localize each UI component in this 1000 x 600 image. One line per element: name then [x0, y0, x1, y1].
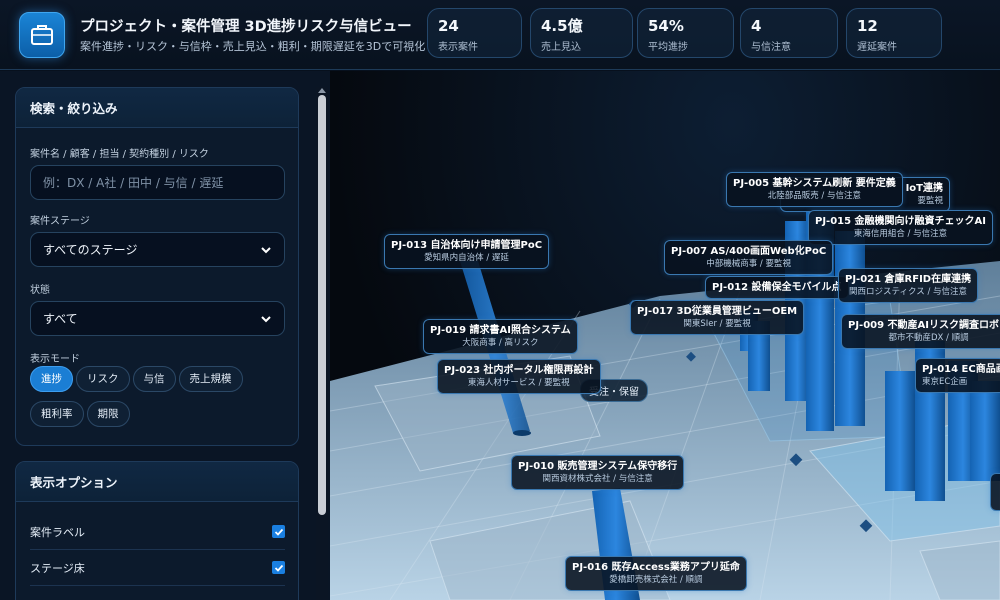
project-label-pj-019[interactable]: PJ-019 請求書AI照合システム 大阪商事 / 高リスク — [423, 319, 578, 354]
stat-card-delayed: 12 遅延案件 — [846, 8, 942, 58]
stat-label: 表示案件 — [438, 42, 478, 53]
filter-panel-title: 検索・絞り込み — [16, 88, 298, 128]
app-root: プロジェクト・案件管理 3D進捗リスク与信ビュー 案件進捗・リスク・与信枠・売上… — [0, 0, 1000, 600]
status-label: 状態 — [30, 285, 50, 296]
stat-value: 4 — [751, 17, 762, 35]
checkbox-checked[interactable] — [272, 561, 285, 574]
mode-chips: 進捗 リスク 与信 売上規模粗利率 期限 — [30, 366, 290, 436]
check-icon — [274, 528, 283, 536]
project-label-pj-009[interactable]: PJ-009 不動産AIリスク調査ロボッ 都市不動産DX / 順調 — [841, 314, 1000, 349]
project-label-title: PJ-012 設備保全モバイル点 — [712, 282, 842, 293]
stage-select-value: すべてのステージ — [43, 243, 138, 257]
project-label-sub: 大阪商事 / 高リスク — [462, 338, 539, 348]
stat-value: 24 — [438, 17, 459, 35]
mode-chip-risk[interactable]: リスク — [76, 366, 130, 392]
status-select[interactable]: すべて — [30, 301, 285, 336]
scroll-up-arrow-icon[interactable] — [318, 87, 326, 93]
stat-label: 売上見込 — [541, 42, 581, 53]
status-select-value: すべて — [43, 312, 78, 326]
option-label: 案件ラベル — [30, 525, 85, 539]
project-label-sub: 都市不動産DX / 順調 — [888, 333, 969, 343]
project-label-title: PJ-016 既存Access業務アプリ延命 — [572, 562, 740, 573]
project-label-sub: 関東SIer / 要監視 — [683, 319, 751, 329]
app-header: プロジェクト・案件管理 3D進捗リスク与信ビュー 案件進捗・リスク・与信枠・売上… — [0, 0, 1000, 70]
option-row-partial[interactable] — [30, 586, 285, 600]
filter-panel: 検索・絞り込み 案件名 / 顧客 / 担当 / 契約種別 / リスク 例：DX … — [15, 87, 299, 446]
project-label-title: PJ-021 倉庫RFID在庫連携 — [845, 274, 972, 285]
chevron-down-icon — [261, 315, 271, 322]
mode-chip-progress[interactable]: 進捗 — [30, 366, 73, 392]
project-label-sub: 愛橋卸売株式会社 / 順調 — [609, 575, 703, 585]
project-label-pj-007[interactable]: PJ-007 AS/400画面Web化PoC 中部機械商事 / 要監視 — [664, 240, 834, 275]
stat-value: 4.5億 — [541, 17, 583, 35]
stat-card-projects: 24 表示案件 — [427, 8, 522, 58]
stat-value: 54% — [648, 17, 684, 35]
project-bar — [885, 371, 915, 491]
project-label-sub: 関西ロジスティクス / 与信注意 — [849, 287, 968, 297]
project-label-title: PJ-009 不動産AIリスク調査ロボッ — [848, 320, 1000, 331]
option-project-labels[interactable]: 案件ラベル — [30, 514, 285, 550]
project-label-title: PJ-017 3D従業員管理ビューOEM — [637, 306, 798, 317]
project-label-title: PJ-015 金融機関向け融資チェックAI — [815, 216, 987, 227]
project-label-pj-005[interactable]: PJ-005 基幹システム刷新 要件定義 北陸部品販売 / 与信注意 — [726, 172, 903, 207]
project-label-partial[interactable] — [990, 473, 1000, 511]
project-label-pj-016[interactable]: PJ-016 既存Access業務アプリ延命 愛橋卸売株式会社 / 順調 — [565, 556, 747, 591]
stage-select[interactable]: すべてのステージ — [30, 232, 285, 267]
briefcase-icon — [19, 12, 65, 58]
stat-label: 遅延案件 — [857, 42, 897, 53]
search-input[interactable]: 例：DX / A社 / 田中 / 与信 / 遅延 — [30, 165, 285, 200]
project-label-pj-015[interactable]: PJ-015 金融機関向け融資チェックAI 東海信用組合 / 与信注意 — [808, 210, 994, 245]
project-label-title: PJ-005 基幹システム刷新 要件定義 — [733, 178, 896, 189]
project-label-sub: 北陸部品販売 / 与信注意 — [767, 191, 862, 201]
options-panel-title: 表示オプション — [16, 462, 298, 502]
mode-chip-credit[interactable]: 与信 — [132, 366, 176, 392]
mode-label: 表示モード — [30, 354, 80, 365]
mode-chip-sales[interactable]: 売上規模 — [178, 366, 243, 392]
check-icon — [274, 564, 283, 572]
project-label-title: PJ-014 EC商品画 — [922, 364, 1000, 375]
project-label-sub: 関西資材株式会社 / 与信注意 — [542, 474, 653, 484]
checkbox-checked[interactable] — [272, 525, 285, 538]
project-label-pj-014[interactable]: PJ-014 EC商品画 東京EC企画 — [915, 358, 1000, 393]
project-label-sub: 東海信用組合 / 与信注意 — [853, 229, 948, 239]
project-bar — [970, 381, 1000, 481]
app-title: プロジェクト・案件管理 3D進捗リスク与信ビュー — [80, 19, 412, 35]
mode-chip-margin[interactable]: 粗利率 — [30, 401, 84, 427]
project-label-title: PJ-019 請求書AI照合システム — [430, 325, 571, 336]
project-label-pj-023[interactable]: PJ-023 社内ポータル権限再設計 東海人材サービス / 要監視 — [437, 359, 601, 394]
project-label-pj-021[interactable]: PJ-021 倉庫RFID在庫連携 関西ロジスティクス / 与信注意 — [838, 268, 979, 303]
option-label: ステージ床 — [30, 561, 85, 575]
project-label-title: PJ-023 社内ポータル権限再設計 — [444, 365, 594, 376]
project-label-pj-017[interactable]: PJ-017 3D従業員管理ビューOEM 関東SIer / 要監視 — [630, 300, 805, 335]
project-label-pj-010[interactable]: PJ-010 販売管理システム保守移行 関西資材株式会社 / 与信注意 — [511, 455, 685, 490]
stat-label: 与信注意 — [751, 42, 791, 53]
project-label-title: PJ-013 自治体向け申請管理PoC — [391, 240, 543, 251]
chevron-down-icon — [261, 246, 271, 253]
scroll-thumb[interactable] — [318, 95, 326, 515]
stat-card-sales: 4.5億 売上見込 — [530, 8, 633, 58]
project-label-pj-013[interactable]: PJ-013 自治体向け申請管理PoC 愛知県内自治体 / 遅延 — [384, 234, 550, 269]
project-label-sub: 東京EC企画 — [922, 377, 968, 387]
stat-card-credit-warning: 4 与信注意 — [740, 8, 838, 58]
project-label-sub: 愛知県内自治体 / 遅延 — [424, 253, 509, 263]
app-subtitle: 案件進捗・リスク・与信枠・売上見込・粗利・期限遅延を3Dで可視化 — [80, 40, 426, 53]
project-label-title: PJ-010 販売管理システム保守移行 — [518, 461, 678, 472]
search-label: 案件名 / 顧客 / 担当 / 契約種別 / リスク — [30, 149, 209, 160]
option-stage-floor[interactable]: ステージ床 — [30, 550, 285, 586]
project-label-sub: 中部機械商事 / 要監視 — [706, 259, 791, 269]
stat-label: 平均進捗 — [648, 42, 688, 53]
stat-value: 12 — [857, 17, 878, 35]
stage-label: 案件ステージ — [30, 216, 90, 227]
3d-viewport[interactable]: 受注・保留 IoT連携 要監視 PJ-015 金融機関向け融資チェックAI 東海… — [330, 71, 1000, 600]
sidebar-scrollbar[interactable] — [316, 87, 328, 600]
options-panel: 表示オプション 案件ラベル ステージ床 — [15, 461, 299, 600]
project-label-pj-012[interactable]: PJ-012 設備保全モバイル点 — [705, 276, 849, 299]
project-label-sub: 東海人材サービス / 要監視 — [467, 378, 570, 388]
project-label-title: PJ-007 AS/400画面Web化PoC — [671, 246, 827, 257]
mode-chip-deadline[interactable]: 期限 — [86, 401, 130, 427]
sidebar: 検索・絞り込み 案件名 / 顧客 / 担当 / 契約種別 / リスク 例：DX … — [0, 71, 330, 600]
stat-card-progress: 54% 平均進捗 — [637, 8, 734, 58]
project-bar-base — [513, 430, 531, 436]
